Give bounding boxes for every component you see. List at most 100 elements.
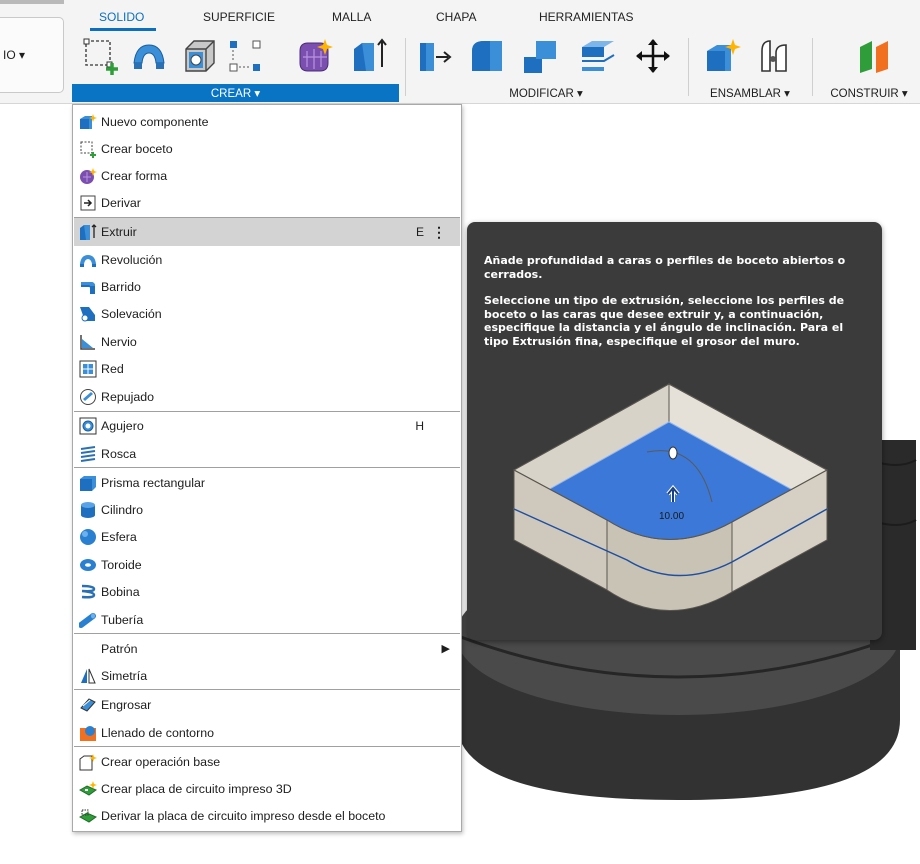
pcb-derive-icon bbox=[79, 809, 97, 823]
joint-tool-icon[interactable] bbox=[756, 37, 794, 75]
tab-solido[interactable]: SOLIDO bbox=[99, 10, 144, 24]
mirror-icon bbox=[81, 668, 96, 683]
menu-item-simetria[interactable]: Simetría bbox=[74, 662, 460, 689]
menu-item-revolucion[interactable]: Revolución bbox=[74, 246, 460, 273]
ensamblar-group-button[interactable]: ENSAMBLAR ▾ bbox=[694, 84, 806, 102]
menu-item-label: Nervio bbox=[101, 334, 137, 349]
tooltip-summary: Añade profundidad a caras o perfiles de … bbox=[484, 254, 846, 281]
menu-item-label: Nuevo componente bbox=[101, 114, 209, 129]
loft-icon bbox=[80, 306, 95, 321]
menu-item-derivar[interactable]: Derivar bbox=[74, 189, 460, 216]
offset-plane-tool-icon[interactable] bbox=[856, 37, 894, 75]
pattern-tool-icon[interactable] bbox=[226, 37, 264, 75]
revolve-icon bbox=[80, 254, 96, 267]
menu-item-label: Prisma rectangular bbox=[101, 475, 205, 490]
title-strip bbox=[0, 0, 64, 4]
modificar-group-button[interactable]: MODIFICAR ▾ bbox=[410, 84, 682, 102]
menu-item-agujero[interactable]: Agujero H bbox=[74, 412, 460, 439]
menu-item-esfera[interactable]: Esfera bbox=[74, 523, 460, 550]
tab-chapa[interactable]: CHAPA bbox=[436, 10, 476, 24]
more-options-icon[interactable]: ⋮ bbox=[432, 224, 446, 241]
box-icon bbox=[80, 475, 96, 491]
tab-superficie[interactable]: SUPERFICIE bbox=[203, 10, 275, 24]
extrude-tool-icon[interactable] bbox=[350, 37, 388, 75]
dimension-label: 10.00 bbox=[659, 511, 684, 522]
tooltip-description: Seleccione un tipo de extrusión, selecci… bbox=[484, 294, 845, 348]
coil-icon bbox=[81, 584, 96, 598]
menu-item-tuberia[interactable]: Tubería bbox=[74, 606, 460, 633]
extrude-tooltip: Añade profundidad a caras o perfiles de … bbox=[467, 222, 882, 640]
toolbar: IO ▾ SOLIDO SUPERFICIE MALLA CHAPA HERRA… bbox=[0, 0, 920, 104]
menu-item-nuevo-componente[interactable]: Nuevo componente bbox=[74, 108, 460, 135]
construir-group-button[interactable]: CONSTRUIR ▾ bbox=[818, 84, 920, 102]
move-tool-icon[interactable] bbox=[634, 37, 672, 75]
offset-face-tool-icon[interactable] bbox=[578, 37, 616, 75]
base-feature-icon bbox=[79, 753, 97, 770]
combine-tool-icon[interactable] bbox=[522, 37, 560, 75]
menu-item-prisma-rectangular[interactable]: Prisma rectangular bbox=[74, 469, 460, 496]
menu-item-nervio[interactable]: Nervio bbox=[74, 328, 460, 355]
create-form-tool-icon[interactable] bbox=[295, 37, 333, 75]
tab-herramientas[interactable]: HERRAMIENTAS bbox=[539, 10, 633, 24]
fillet-tool-icon[interactable] bbox=[468, 37, 506, 75]
menu-item-crear-placa-3d[interactable]: Crear placa de circuito impreso 3D bbox=[74, 775, 460, 802]
sketch-icon bbox=[80, 141, 96, 158]
workspace-dropdown[interactable]: IO ▾ bbox=[0, 17, 64, 93]
menu-item-bobina[interactable]: Bobina bbox=[74, 578, 460, 605]
menu-item-crear-boceto[interactable]: Crear boceto bbox=[74, 135, 460, 162]
menu-item-label: Barrido bbox=[101, 279, 141, 294]
menu-item-toroide[interactable]: Toroide bbox=[74, 551, 460, 578]
menu-item-crear-operacion-base[interactable]: Crear operación base bbox=[74, 748, 460, 775]
menu-item-label: Extruir bbox=[101, 225, 137, 239]
menu-separator bbox=[74, 746, 460, 747]
menu-item-derivar-placa[interactable]: Derivar la placa de circuito impreso des… bbox=[74, 802, 460, 829]
shortcut-label: E bbox=[415, 225, 424, 239]
menu-item-label: Revolución bbox=[101, 252, 163, 267]
menu-item-label: Patrón bbox=[101, 641, 138, 656]
menu-item-engrosar[interactable]: Engrosar bbox=[74, 691, 460, 718]
thread-icon bbox=[80, 445, 96, 462]
menu-item-label: Derivar la placa de circuito impreso des… bbox=[101, 808, 386, 823]
menu-item-label: Toroide bbox=[101, 557, 142, 572]
tab-malla[interactable]: MALLA bbox=[332, 10, 371, 24]
pcb-3d-icon bbox=[79, 780, 97, 796]
toolbar-separator bbox=[688, 38, 689, 96]
menu-item-label: Crear placa de circuito impreso 3D bbox=[101, 781, 292, 796]
menu-item-label: Cilindro bbox=[101, 502, 144, 517]
shell-tool-icon[interactable] bbox=[180, 37, 218, 75]
hole-icon bbox=[79, 417, 97, 434]
form-icon bbox=[80, 167, 97, 184]
submenu-arrow-icon: ▶ bbox=[441, 643, 450, 655]
menu-item-repujado[interactable]: Repujado bbox=[74, 383, 460, 410]
press-pull-tool-icon[interactable] bbox=[416, 37, 454, 75]
revolve-tool-icon[interactable] bbox=[130, 37, 168, 75]
emboss-icon bbox=[80, 388, 96, 405]
extrude-illustration: 10.00 bbox=[512, 383, 829, 611]
menu-item-cilindro[interactable]: Cilindro bbox=[74, 496, 460, 523]
menu-item-label: Derivar bbox=[101, 195, 141, 210]
menu-item-barrido[interactable]: Barrido bbox=[74, 273, 460, 300]
menu-item-patron[interactable]: Patrón ▶ bbox=[74, 635, 460, 662]
boundary-fill-icon bbox=[80, 725, 96, 741]
menu-separator bbox=[74, 633, 460, 634]
menu-item-red[interactable]: Red bbox=[74, 355, 460, 382]
menu-item-label: Solevación bbox=[101, 306, 162, 321]
menu-item-label: Simetría bbox=[101, 668, 148, 683]
menu-item-label: Rosca bbox=[101, 446, 137, 461]
sphere-icon bbox=[80, 528, 96, 545]
crear-group-button[interactable]: CREAR ▾ bbox=[72, 84, 399, 102]
create-sketch-icon[interactable] bbox=[82, 37, 120, 75]
menu-item-solevacion[interactable]: Solevación bbox=[74, 300, 460, 327]
sweep-icon bbox=[81, 281, 95, 294]
menu-item-label: Red bbox=[101, 361, 124, 376]
menu-item-llenado-de-contorno[interactable]: Llenado de contorno bbox=[74, 719, 460, 746]
menu-item-extruir[interactable]: Extruir E ⋮ bbox=[74, 218, 460, 246]
new-component-tool-icon[interactable] bbox=[703, 37, 741, 75]
menu-item-label: Agujero bbox=[101, 418, 144, 433]
cylinder-icon bbox=[81, 501, 95, 518]
derive-icon bbox=[80, 195, 96, 210]
crear-dropdown-menu: Nuevo componente Crear boceto Crear form… bbox=[72, 104, 462, 832]
menu-item-rosca[interactable]: Rosca bbox=[74, 440, 460, 467]
menu-separator bbox=[74, 467, 460, 468]
menu-item-crear-forma[interactable]: Crear forma bbox=[74, 162, 460, 189]
